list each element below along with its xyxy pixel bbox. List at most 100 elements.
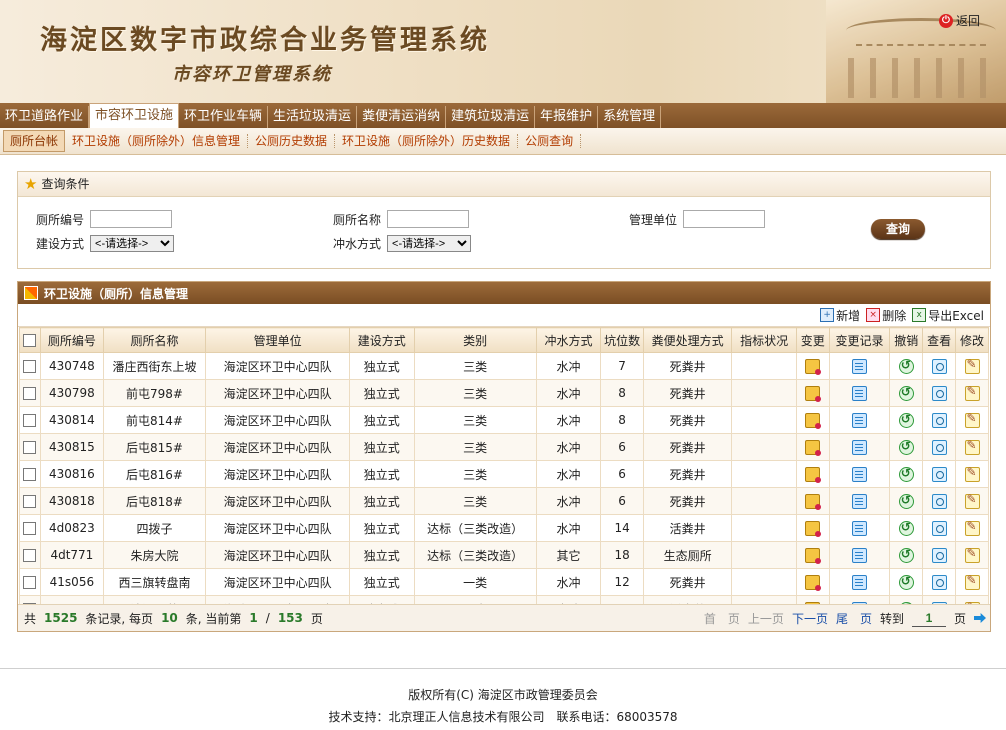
main-nav-tab[interactable]: 建筑垃圾清运 — [446, 106, 536, 128]
revoke-icon[interactable] — [898, 574, 914, 590]
row-checkbox[interactable] — [23, 468, 37, 481]
cell-waste: 死粪井 — [642, 568, 733, 596]
view-icon[interactable] — [931, 439, 947, 455]
cell-action — [955, 379, 989, 407]
row-checkbox[interactable] — [23, 522, 37, 535]
edit-icon[interactable] — [964, 438, 980, 455]
revoke-icon[interactable] — [898, 520, 914, 536]
view-icon[interactable] — [931, 412, 947, 428]
view-icon[interactable] — [931, 385, 947, 401]
sub-nav-tab[interactable]: 环卫设施（厕所除外）信息管理 — [65, 134, 249, 148]
cell-action — [889, 541, 924, 569]
change-record-icon[interactable] — [852, 520, 868, 536]
edit-icon[interactable] — [964, 411, 980, 428]
change-icon[interactable] — [805, 466, 822, 483]
sub-nav-tab[interactable]: 公厕查询 — [518, 134, 582, 148]
next-page-link[interactable]: 下一页 — [792, 610, 828, 627]
change-icon[interactable] — [805, 520, 822, 537]
main-nav-tab[interactable]: 粪便清运消纳 — [357, 106, 447, 128]
main-nav-tab[interactable]: 环卫作业车辆 — [179, 106, 269, 128]
revoke-icon[interactable] — [898, 358, 914, 374]
last-page-link[interactable]: 尾 页 — [836, 610, 872, 627]
change-record-icon[interactable] — [852, 385, 868, 401]
edit-icon[interactable] — [964, 465, 980, 482]
row-checkbox[interactable] — [23, 495, 37, 508]
cell-pits: 14 — [600, 514, 644, 542]
main-nav-tab[interactable]: 系统管理 — [598, 106, 662, 128]
main-nav-tab[interactable]: 生活垃圾清运 — [268, 106, 358, 128]
pager-mid1: 条记录, 每页 — [85, 611, 154, 626]
back-button[interactable]: ⏻ 返回 — [938, 12, 980, 29]
main-nav-tab[interactable]: 环卫道路作业 — [0, 106, 90, 128]
select-all-checkbox[interactable] — [23, 334, 37, 347]
view-icon[interactable] — [931, 574, 947, 590]
goto-page-input[interactable] — [911, 609, 946, 627]
change-icon[interactable] — [805, 412, 822, 429]
sub-nav-tab[interactable]: 厕所台帐 — [3, 130, 66, 152]
cell-action — [955, 352, 989, 380]
row-checkbox[interactable] — [23, 414, 37, 427]
row-checkbox[interactable] — [23, 441, 37, 454]
main-nav-tab[interactable]: 市容环卫设施 — [89, 103, 180, 128]
revoke-icon[interactable] — [898, 412, 914, 428]
first-page-link[interactable]: 首 页 — [704, 610, 740, 627]
edit-icon[interactable] — [964, 546, 980, 563]
add-button[interactable]: + 新增 — [820, 307, 860, 324]
main-nav-tab[interactable]: 年报维护 — [535, 106, 599, 128]
row-checkbox[interactable] — [23, 387, 37, 400]
view-icon[interactable] — [931, 358, 947, 374]
change-record-icon[interactable] — [852, 493, 868, 509]
cell-action — [922, 352, 957, 380]
change-icon[interactable] — [805, 574, 822, 591]
toilet-no-input[interactable] — [90, 210, 173, 228]
change-icon[interactable] — [805, 385, 822, 402]
revoke-icon[interactable] — [898, 439, 914, 455]
edit-icon[interactable] — [964, 492, 980, 509]
view-icon[interactable] — [931, 493, 947, 509]
search-button[interactable]: 查询 — [871, 219, 925, 239]
view-icon[interactable] — [931, 466, 947, 482]
revoke-icon[interactable] — [898, 547, 914, 563]
revoke-icon[interactable] — [898, 466, 914, 482]
change-record-icon[interactable] — [852, 574, 868, 590]
go-arrow-icon[interactable] — [974, 613, 986, 623]
delete-button[interactable]: × 删除 — [866, 307, 906, 324]
cell-action — [955, 433, 989, 461]
grid-toolbar: + 新增 × 删除 x 导出Excel — [18, 304, 990, 327]
change-record-icon[interactable] — [852, 358, 868, 374]
sub-nav-tab[interactable]: 公厕历史数据 — [248, 134, 336, 148]
change-icon[interactable] — [805, 439, 822, 456]
change-record-icon[interactable] — [852, 466, 868, 482]
view-icon[interactable] — [931, 520, 947, 536]
edit-icon[interactable] — [964, 573, 980, 590]
export-excel-button[interactable]: x 导出Excel — [912, 307, 984, 324]
build-select[interactable]: <-请选择-> — [90, 235, 175, 252]
change-icon[interactable] — [805, 547, 822, 564]
cell-waste: 死粪井 — [642, 379, 733, 407]
row-checkbox[interactable] — [23, 360, 37, 373]
row-checkbox[interactable] — [23, 549, 37, 562]
change-record-icon[interactable] — [852, 439, 868, 455]
sub-nav-tab[interactable]: 环卫设施（厕所除外）历史数据 — [335, 134, 519, 148]
edit-icon[interactable] — [964, 384, 980, 401]
toilet-name-input[interactable] — [387, 210, 470, 228]
cell-name: 朱房大院 — [102, 541, 207, 569]
change-record-icon[interactable] — [852, 547, 868, 563]
footer: 版权所有(C) 海淀区市政管理委员会 技术支持：北京理正人信息技术有限公司 联系… — [0, 684, 1006, 728]
pager-mid2: 条, 当前第 — [185, 611, 242, 626]
change-icon[interactable] — [805, 358, 822, 375]
flush-select[interactable]: <-请选择-> — [387, 235, 472, 252]
revoke-icon[interactable] — [898, 385, 914, 401]
unit-input[interactable] — [683, 210, 766, 228]
cell-action — [795, 568, 830, 596]
change-record-icon[interactable] — [852, 412, 868, 428]
edit-icon[interactable] — [964, 357, 980, 374]
view-icon[interactable] — [931, 547, 947, 563]
row-checkbox[interactable] — [23, 576, 37, 589]
prev-page-link[interactable]: 上一页 — [748, 610, 784, 627]
edit-icon[interactable] — [964, 519, 980, 536]
row-select-cell — [19, 514, 41, 542]
revoke-icon[interactable] — [898, 493, 914, 509]
change-icon[interactable] — [805, 493, 822, 510]
table-row: 4dt771 朱房大院 海淀区环卫中心四队 独立式 达标（三类改造） 其它 18 生态厕所 — [19, 541, 989, 569]
